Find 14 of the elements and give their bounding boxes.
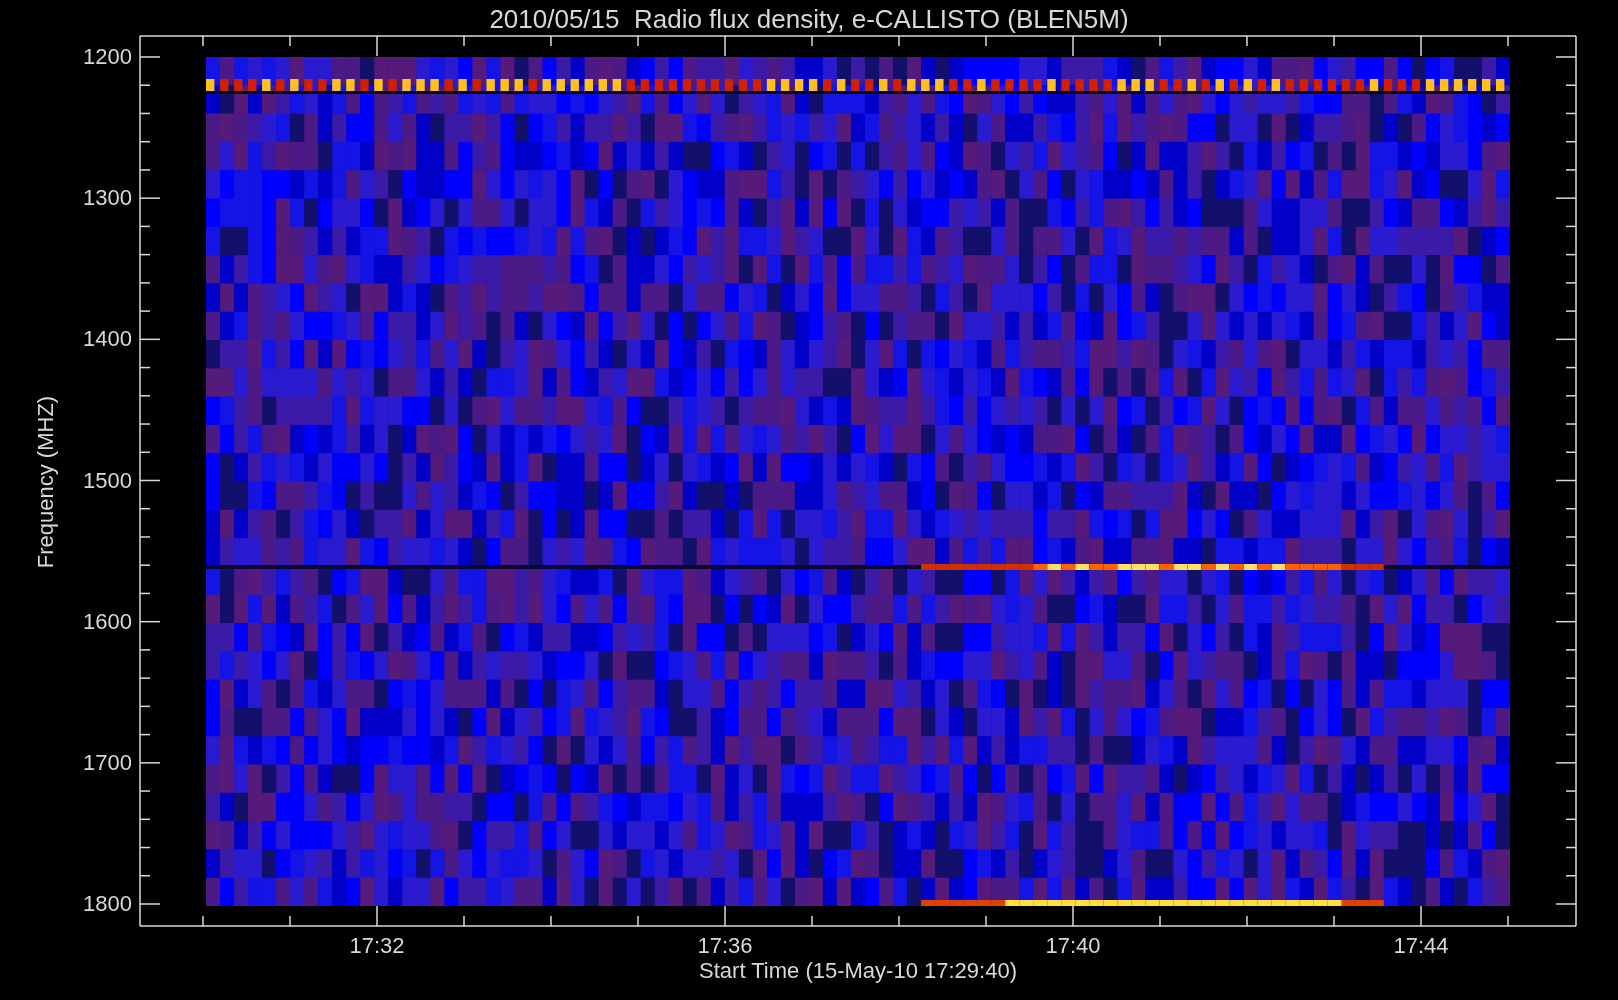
y-tick-label: 1700 <box>83 751 132 774</box>
x-axis-label: Start Time (15-May-10 17:29:40) <box>699 960 1017 982</box>
y-tick-label: 1400 <box>83 328 132 351</box>
y-tick-label: 1300 <box>83 187 132 210</box>
y-tick-label: 1200 <box>83 46 132 68</box>
y-tick-label: 1600 <box>83 610 132 633</box>
x-tick-label: 17:32 <box>349 935 405 957</box>
y-tick-label: 1800 <box>83 893 132 915</box>
x-tick-label: 17:44 <box>1393 935 1449 957</box>
y-axis-label: Frequency (MHZ) <box>35 395 57 569</box>
y-tick-label: 1500 <box>83 469 132 492</box>
plot-title: 2010/05/15 Radio flux density, e-CALLISTO (BLEN5M) <box>488 3 1130 36</box>
x-tick-label: 17:40 <box>1045 935 1101 957</box>
x-tick-label: 17:36 <box>697 935 753 957</box>
